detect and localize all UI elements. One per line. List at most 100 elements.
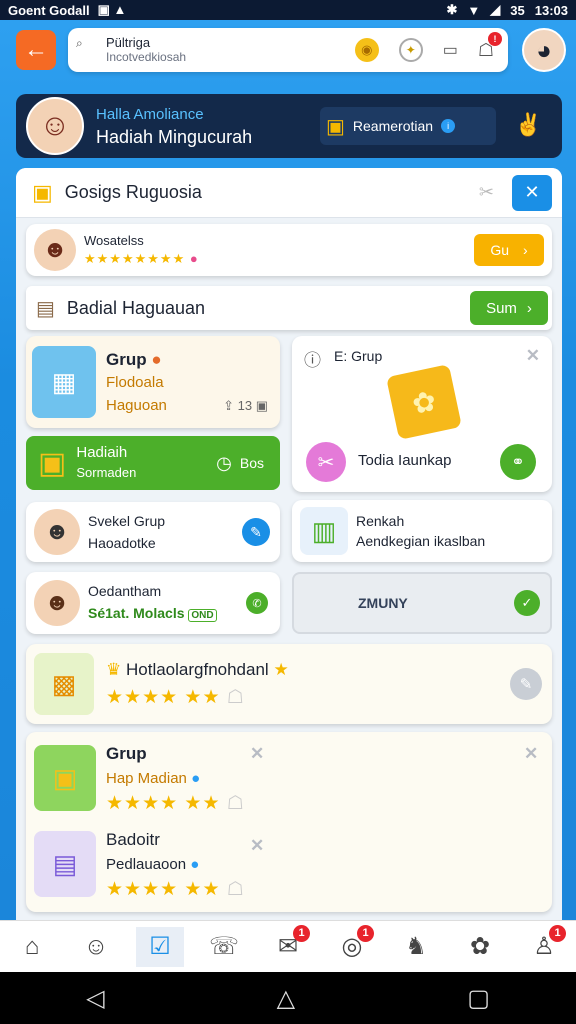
home-icon: ⌂	[24, 932, 40, 960]
bluetooth-icon: ✱	[446, 2, 458, 17]
close-icon[interactable]: ✕	[524, 744, 538, 764]
nav-group[interactable]: ♞	[392, 927, 440, 967]
recents-icon[interactable]: ▢	[467, 984, 490, 1013]
grup-card[interactable]: ▦ Grup ● Flodoala Haguoan ⇪ 13 ▣	[26, 336, 280, 428]
system-nav-bar: ◁ △ ▢	[0, 972, 576, 1024]
check-icon: ☑	[149, 933, 171, 960]
close-icon[interactable]: ✕	[250, 836, 264, 856]
section-header-2: ▤ Badial Haguauan Sum ›	[26, 286, 552, 330]
nav-check[interactable]: ☑	[136, 926, 184, 967]
e-grup-title: E: Grup	[334, 348, 383, 364]
pencil-icon: ✎	[250, 523, 262, 540]
zmuny-card[interactable]: ZMUNY ✓	[292, 572, 552, 634]
rating-avatar: ☻	[34, 229, 76, 271]
list-item[interactable]: ▣ Grup Hap Madian ● ★★★★ ★★ ☖	[34, 740, 274, 816]
clock-text: 13:03	[534, 2, 568, 18]
status-left-text: Goent Godall	[8, 2, 90, 18]
info-circle-icon: ⓘ	[304, 351, 321, 370]
hadiah-title: Hadiaih	[76, 444, 128, 461]
zmuny-label: ZMUNY	[358, 595, 408, 611]
user1-avatar: ☻	[34, 509, 80, 555]
arrow-left-icon: ←	[24, 36, 48, 63]
search-title: Pültriga	[106, 35, 151, 50]
user-avatar[interactable]: ◕	[522, 28, 566, 72]
users-icon: ☺	[83, 932, 109, 960]
list-item[interactable]: ▤ Badoitr Pedlauaoon ● ★★★★ ★★ ☖	[34, 826, 274, 902]
crown-icon: ♛	[106, 660, 122, 679]
e-grup-card[interactable]: ⓘ E: Grup ✕ ✿ ✂ Todia Iaunkap ⚭	[292, 336, 552, 492]
girl-face-icon: ◕	[536, 34, 552, 65]
rating-label: Wosatelss	[84, 233, 144, 248]
hadiah-sub: Sormaden	[76, 465, 137, 480]
list-item-sub-row: Hap Madian ●	[106, 769, 201, 787]
candy-icon: ✂	[306, 442, 346, 482]
profile-name-main: Hadiah Mingucurah	[96, 127, 253, 147]
hotlao-stars: ★★★★ ★★ ☖	[106, 687, 245, 708]
user2-tag: OND	[188, 608, 217, 622]
back-button[interactable]: ←	[16, 30, 56, 70]
chat-icon: ☏	[208, 933, 239, 960]
nav-coin[interactable]: ◎ 1	[328, 924, 376, 967]
tools-icon[interactable]: ✂	[479, 182, 494, 203]
rating-row[interactable]: ☻ Wosatelss ★★★★★★★★ ● Gu ›	[26, 224, 552, 276]
group-icon: ♞	[405, 933, 427, 960]
hand-icon[interactable]: ✌	[515, 112, 542, 138]
e-grup-footer: Todia Iaunkap	[358, 452, 452, 469]
close-icon[interactable]: ✕	[526, 346, 540, 366]
call-button[interactable]: ✆	[246, 592, 268, 614]
search-subtitle: Incotvedkiosah	[106, 50, 187, 64]
svekel-card[interactable]: ☻ Svekel Grup Haoadotke ✎	[26, 502, 280, 562]
gold-card-icon: ✿	[386, 364, 462, 440]
rating-stars: ★★★★★★★★ ●	[84, 251, 199, 266]
compass-icon[interactable]: ✦	[398, 38, 423, 62]
sum-button[interactable]: Sum ›	[470, 291, 548, 325]
hotlao-card[interactable]: ▩ ♛ Hotlaolargfnohdanl ★ ★★★★ ★★ ☖ ✎	[26, 644, 552, 724]
profile-banner[interactable]: ☺ Halla Amoliance Hadiah Mingucurah ▣ Re…	[16, 94, 562, 158]
notification-icon: ▣ ▲	[97, 2, 127, 17]
nav-chat[interactable]: ☏	[200, 927, 248, 967]
user1-title: Svekel Grup	[88, 513, 166, 529]
nav-badge: 1	[293, 924, 310, 942]
back-triangle-icon[interactable]: ◁	[86, 984, 104, 1013]
nav-profile[interactable]: ♙ 1	[520, 924, 568, 967]
basket-thumb: ▦	[32, 346, 96, 418]
battery-text: 35	[510, 2, 525, 18]
user2-sub: Sé1at. Molacls	[88, 604, 185, 621]
reward-chip[interactable]: ▣ Reamerotian i	[320, 107, 496, 145]
list-item-stars: ★★★★ ★★ ☖	[106, 792, 245, 814]
renkah-card[interactable]: ▥ Renkah Aendkegian ikaslban	[292, 500, 552, 562]
link-button[interactable]: ⚭	[500, 444, 536, 480]
nav-home[interactable]: ⌂	[8, 927, 56, 967]
sum-label: Sum	[486, 299, 517, 317]
chat-badge-icon[interactable]: ☖!	[478, 31, 502, 61]
settings-icon: ✿	[469, 933, 491, 960]
tag-icon[interactable]: ▭	[443, 40, 458, 60]
nav-settings[interactable]: ✿	[456, 927, 504, 967]
nav-users[interactable]: ☺	[72, 927, 120, 967]
zmuny-check-button[interactable]: ✓	[514, 590, 540, 616]
hotlao-title-row: ♛ Hotlaolargfnohdanl ★	[106, 660, 289, 679]
nav-gift[interactable]: ✉ 1	[264, 924, 312, 967]
close-icon[interactable]: ✕	[250, 744, 264, 764]
edit-icon: ✎	[519, 676, 533, 693]
edit-button[interactable]: ✎	[242, 518, 270, 546]
coin-icon[interactable]: ◉	[354, 38, 379, 62]
list-item-stars: ★★★★ ★★ ☖	[106, 878, 245, 900]
section-title-2: Badial Haguauan	[66, 297, 206, 318]
list-item-sub-row: Pedlauaoon ●	[106, 855, 200, 873]
search-bar[interactable]: ⌕ Pültriga Incotvedkiosah ◉ ✦ ▭ ☖!	[68, 28, 508, 72]
phone-icon: ✆	[252, 597, 262, 610]
user2-title: Oedantham	[88, 582, 162, 599]
chevron-right-icon: ›	[526, 299, 532, 317]
nav-badge: 1	[357, 924, 374, 942]
chest-icon: ▣	[32, 179, 53, 205]
hadiah-card[interactable]: ▣ Hadiaih Sormaden ◷ Bos	[26, 436, 280, 490]
rating-go-button[interactable]: Gu ›	[474, 234, 544, 266]
check-icon: ✓	[521, 595, 533, 610]
home-circle-icon[interactable]: △	[277, 984, 295, 1013]
hotlao-action-button[interactable]: ✎	[510, 668, 542, 700]
oedantham-card[interactable]: ☻ Oedantham Sé1at. Molacls OND ✆	[26, 572, 280, 634]
hadiah-meta: Bos	[239, 455, 264, 471]
status-bar: Goent Godall ▣ ▲ ✱ ▼ ◢ 35 13:03	[0, 0, 576, 20]
close-button[interactable]: ✕	[512, 174, 552, 211]
